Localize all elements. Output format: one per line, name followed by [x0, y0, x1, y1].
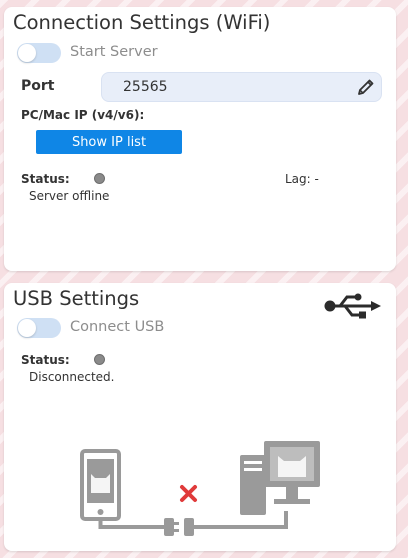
wifi-status-text: Server offline: [29, 189, 110, 203]
toggle-knob: [18, 319, 36, 337]
phone-icon: [80, 449, 121, 521]
wifi-settings-title: Connection Settings (WiFi): [13, 11, 271, 34]
port-label: Port: [21, 78, 55, 94]
toggle-knob: [18, 44, 36, 62]
wifi-status-label: Status:: [21, 172, 70, 186]
usb-settings-title: USB Settings: [13, 287, 140, 310]
x-mark-icon: [180, 485, 197, 502]
connect-usb-label: Connect USB: [70, 319, 165, 335]
lag-text: Lag: -: [285, 172, 319, 186]
plug-icon: [164, 518, 194, 536]
start-server-label: Start Server: [70, 44, 158, 60]
port-input[interactable]: [101, 72, 382, 102]
usb-disconnected-illustration: [80, 441, 320, 536]
wifi-settings-card: Connection Settings (WiFi) Start Server …: [4, 7, 396, 271]
pencil-icon[interactable]: [356, 77, 376, 97]
computer-icon: [240, 441, 320, 515]
pc-mac-ip-label: PC/Mac IP (v4/v6):: [21, 108, 145, 122]
usb-settings-card: USB Settings Connect USB Status: Disconn…: [4, 283, 396, 551]
connect-usb-toggle[interactable]: [17, 318, 61, 338]
usb-status-text: Disconnected.: [29, 370, 115, 384]
usb-icon: [324, 293, 381, 319]
status-dot-icon: [94, 354, 105, 365]
show-ip-list-button[interactable]: Show IP list: [36, 130, 182, 154]
status-dot-icon: [94, 173, 105, 184]
start-server-toggle[interactable]: [17, 43, 61, 63]
usb-status-label: Status:: [21, 353, 70, 367]
